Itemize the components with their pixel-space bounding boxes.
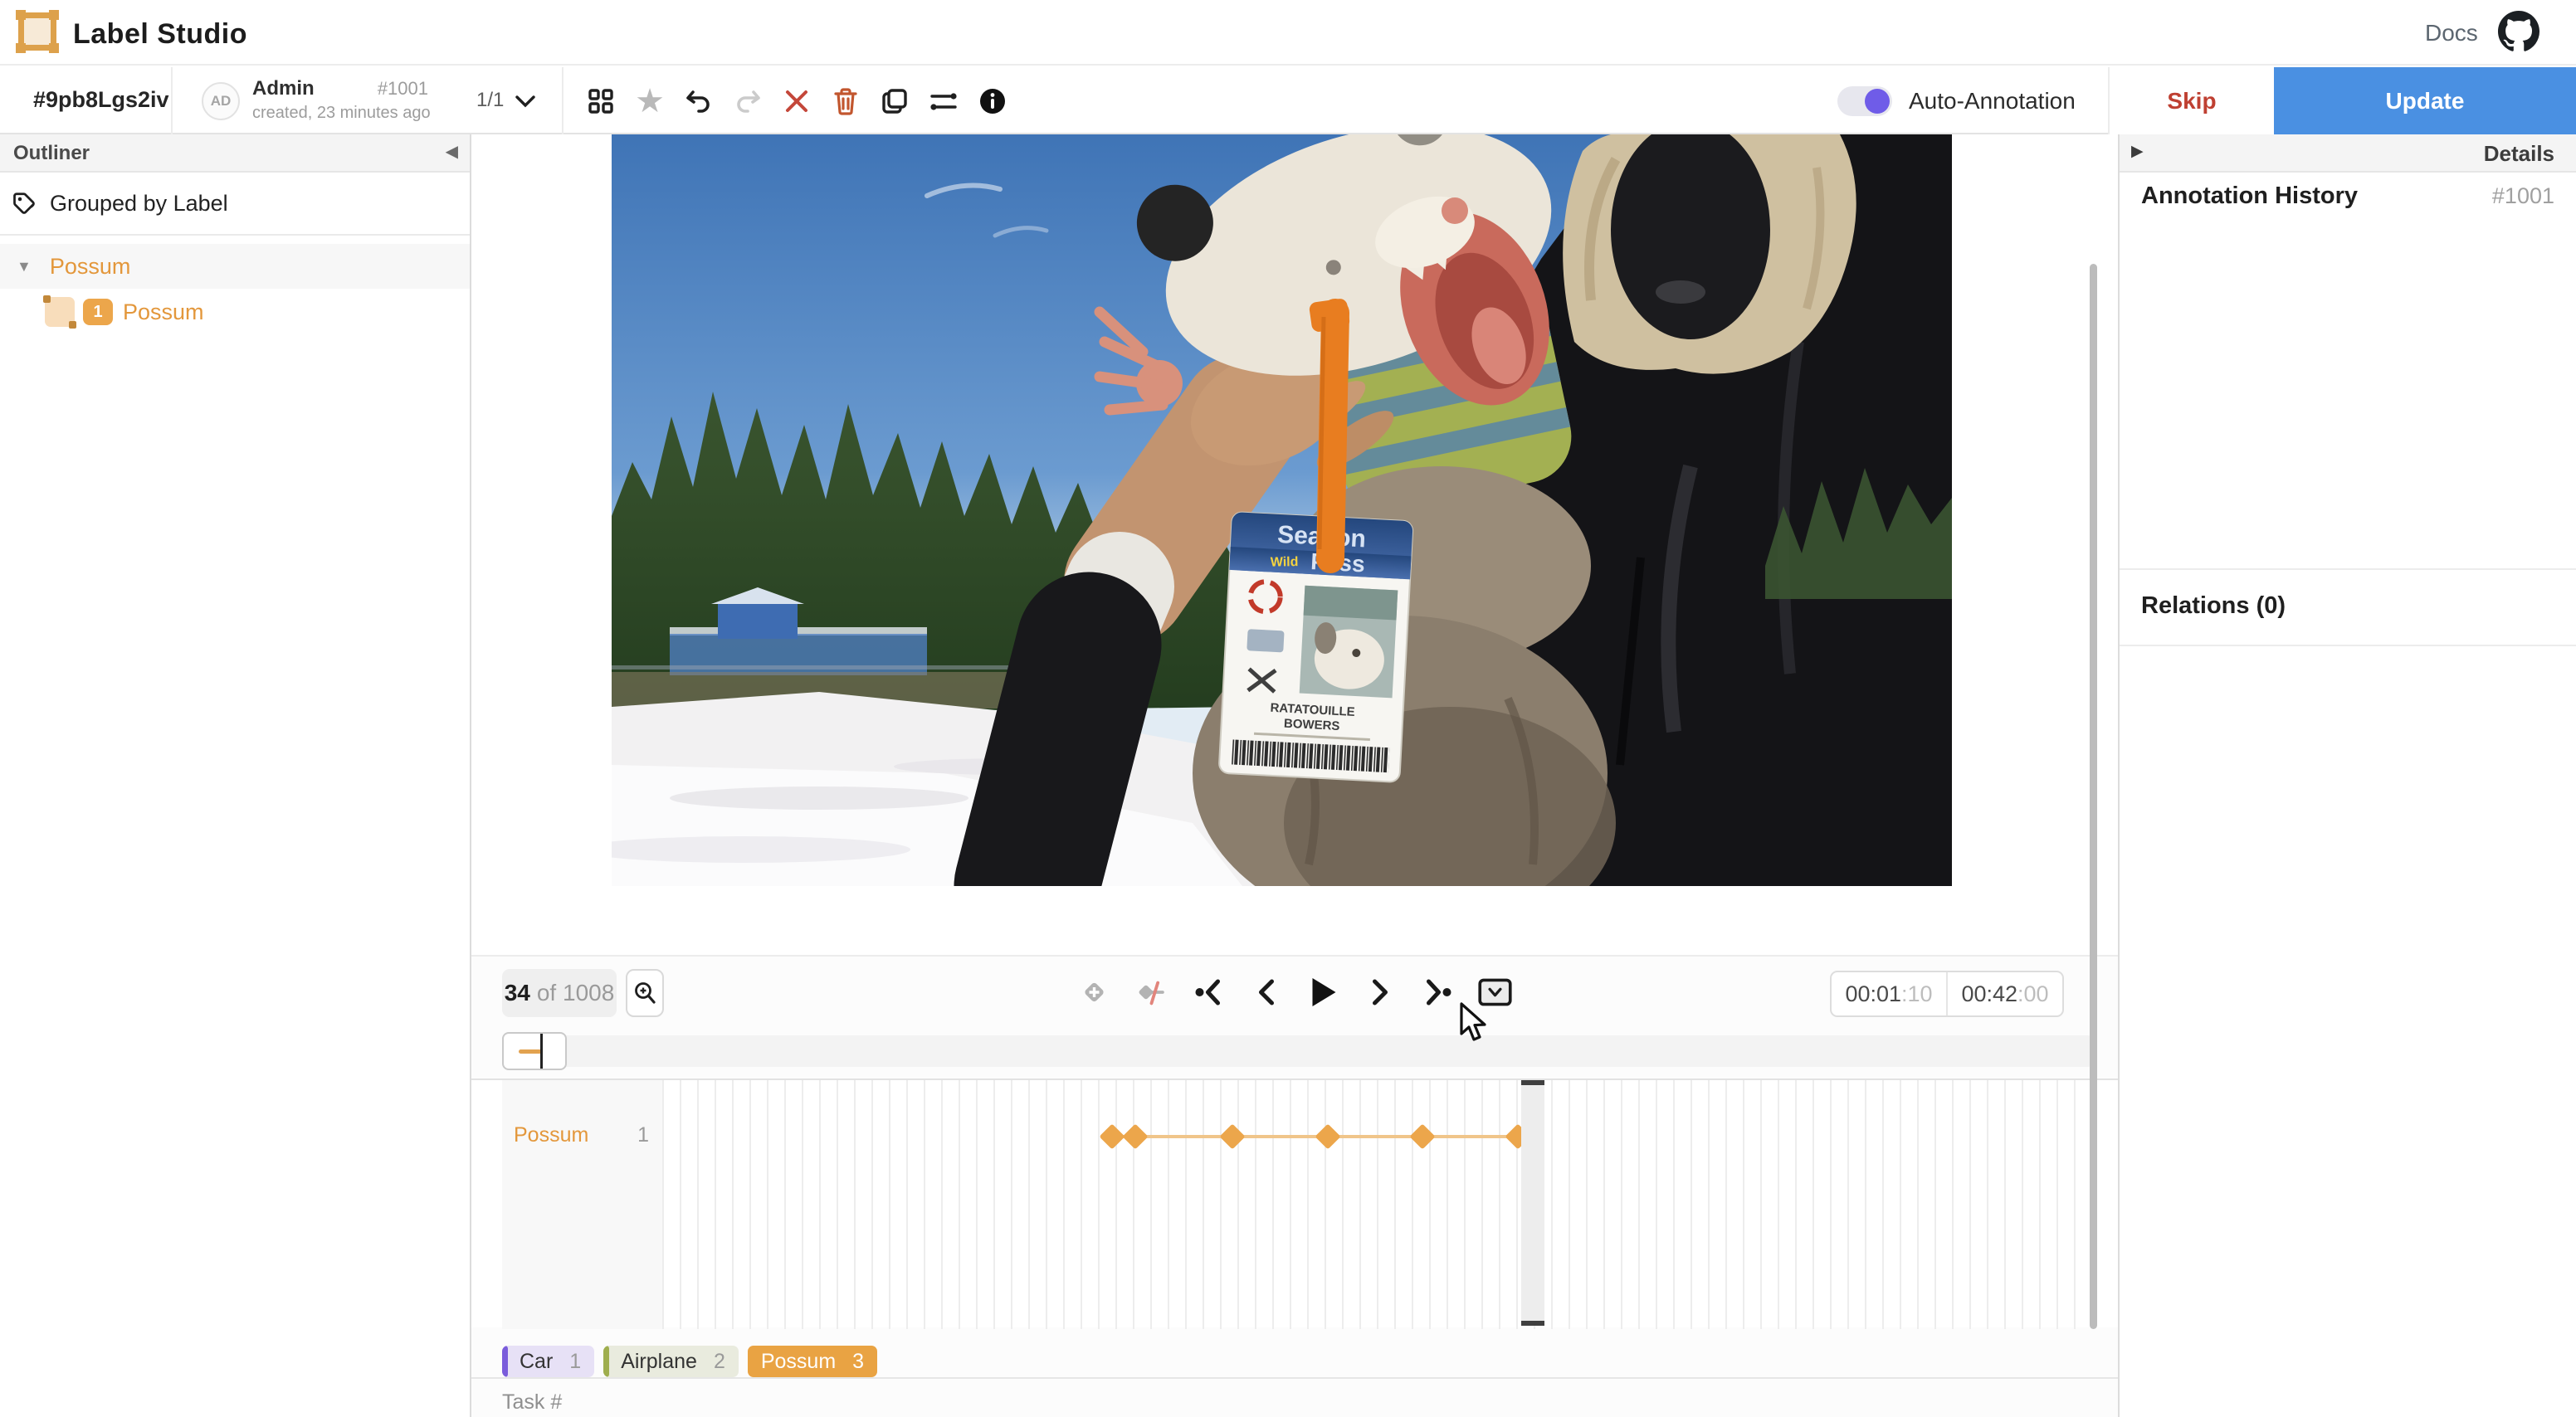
divider bbox=[2120, 645, 2576, 646]
play-button[interactable] bbox=[1306, 975, 1341, 1010]
total-time-field[interactable]: 00:42:00 bbox=[1946, 972, 2062, 1015]
keyframe-diamond[interactable] bbox=[1100, 1123, 1125, 1149]
label-studio-app: Label Studio Docs #9pb8Lgs2iv AD Admin #… bbox=[0, 0, 2576, 1417]
auto-annotation-toggle[interactable] bbox=[1837, 86, 1892, 116]
label-chip-airplane[interactable]: Airplane 2 bbox=[603, 1346, 739, 1377]
timeline-playhead[interactable] bbox=[1521, 1080, 1544, 1326]
time-display: 00:01:10 00:42:00 bbox=[1830, 971, 2064, 1017]
zoom-in-button[interactable] bbox=[626, 969, 664, 1017]
details-panel: ▶ Details Annotation History #1001 Relat… bbox=[2118, 134, 2576, 1417]
outliner-panel: Outliner ◀ Grouped by Label ▼ Possum 1 P… bbox=[0, 134, 471, 1417]
chevron-down-icon[interactable] bbox=[515, 94, 536, 113]
task-id: #9pb8Lgs2iv bbox=[33, 87, 169, 113]
undo-icon[interactable] bbox=[684, 86, 714, 116]
divider bbox=[171, 67, 173, 134]
caret-down-icon[interactable]: ▼ bbox=[17, 258, 32, 275]
vertical-scrollbar[interactable] bbox=[2090, 264, 2097, 1329]
viewport-cursor bbox=[540, 1034, 543, 1069]
viewport-range bbox=[519, 1049, 542, 1054]
timeline-region: Possum 1 bbox=[471, 1079, 2118, 1327]
copy-annotation-icon[interactable] bbox=[880, 86, 910, 116]
skip-button[interactable]: Skip bbox=[2108, 67, 2274, 134]
info-icon[interactable] bbox=[978, 86, 1007, 116]
annotation-history-title: Annotation History bbox=[2141, 183, 2358, 210]
tag-icon bbox=[12, 191, 37, 216]
auto-annotation-label: Auto-Annotation bbox=[1909, 88, 2076, 114]
keyframe-diamond[interactable] bbox=[1220, 1123, 1246, 1149]
top-app-bar: Label Studio Docs bbox=[0, 0, 2576, 66]
label-color-bar bbox=[603, 1346, 609, 1377]
view-all-grid-icon[interactable] bbox=[586, 86, 616, 116]
reset-x-icon[interactable] bbox=[782, 86, 812, 116]
next-keyframe-button[interactable] bbox=[1421, 975, 1456, 1010]
annotation-pager: 1/1 bbox=[476, 89, 504, 112]
timeline-track-label[interactable]: Possum 1 bbox=[502, 1080, 662, 1329]
label-chip-possum[interactable]: Possum 3 bbox=[748, 1346, 877, 1377]
magnifier-plus-icon bbox=[632, 981, 657, 1006]
keyframe-diamond[interactable] bbox=[1122, 1123, 1148, 1149]
annotator-info: Admin #1001 created, 23 minutes ago bbox=[252, 77, 428, 123]
collapse-left-icon[interactable]: ◀ bbox=[446, 141, 458, 162]
video-scene: Season Wild Pass RATATOUILLE BOWERS bbox=[612, 134, 1952, 886]
annotation-history-id: #1001 bbox=[2492, 183, 2554, 209]
badge-wild: Wild bbox=[1271, 555, 1299, 570]
prev-frame-button[interactable] bbox=[1249, 975, 1284, 1010]
prev-keyframe-button[interactable] bbox=[1192, 975, 1227, 1010]
ground-truth-star-icon[interactable]: ★ bbox=[635, 86, 665, 116]
update-button[interactable]: Update bbox=[2274, 67, 2576, 134]
tree-group-possum[interactable]: ▼ Possum bbox=[0, 244, 470, 289]
group-mode-selector[interactable]: Grouped by Label bbox=[0, 173, 470, 236]
annotator-name: Admin bbox=[252, 77, 315, 100]
add-keyframe-button[interactable] bbox=[1077, 975, 1112, 1010]
outliner-title: Outliner bbox=[13, 142, 90, 165]
group-mode-label: Grouped by Label bbox=[50, 191, 228, 217]
label-color-bar bbox=[502, 1346, 508, 1377]
keyframe-diamond[interactable] bbox=[1410, 1123, 1436, 1149]
divider bbox=[2120, 568, 2576, 570]
annotation-toolbar: #9pb8Lgs2iv AD Admin #1001 created, 23 m… bbox=[0, 67, 2576, 134]
timeline-viewport-slider[interactable] bbox=[502, 1032, 567, 1070]
keyframe-diamond[interactable] bbox=[1315, 1123, 1341, 1149]
label-studio-logo-icon[interactable] bbox=[18, 12, 56, 51]
tree-region-possum[interactable]: 1 Possum bbox=[0, 289, 470, 335]
details-title: Details bbox=[2484, 141, 2554, 167]
app-title: Label Studio bbox=[73, 18, 247, 51]
avatar[interactable]: AD bbox=[202, 82, 240, 120]
settings-sliders-icon[interactable] bbox=[929, 86, 959, 116]
main-workspace: Season Wild Pass RATATOUILLE BOWERS bbox=[471, 134, 2118, 1417]
relations-title: Relations (0) bbox=[2141, 592, 2286, 620]
task-number-label: Task # bbox=[502, 1390, 562, 1415]
next-frame-button[interactable] bbox=[1364, 975, 1398, 1010]
video-frame[interactable]: Season Wild Pass RATATOUILLE BOWERS bbox=[612, 134, 1952, 886]
annotation-created: created, 23 minutes ago bbox=[252, 104, 428, 123]
label-hotkeys-row: Car 1 Airplane 2 Possum 3 bbox=[502, 1346, 877, 1377]
timeline-grid[interactable] bbox=[662, 1080, 2091, 1329]
timeline-seek-strip[interactable] bbox=[502, 1035, 2091, 1067]
delete-trash-icon[interactable] bbox=[831, 86, 861, 116]
frame-counter[interactable]: 34 of 1008 bbox=[502, 969, 617, 1017]
frame-total: of 1008 bbox=[537, 980, 614, 1006]
region-count-badge: 1 bbox=[83, 299, 113, 325]
divider bbox=[471, 1377, 2118, 1379]
collapse-timeline-button[interactable] bbox=[1478, 975, 1513, 1010]
docs-link[interactable]: Docs bbox=[2425, 20, 2478, 46]
divider bbox=[562, 67, 564, 134]
current-time-field[interactable]: 00:01:10 bbox=[1832, 972, 1946, 1015]
github-icon[interactable] bbox=[2498, 11, 2539, 52]
annotation-id: #1001 bbox=[378, 78, 428, 100]
interpolation-delete-button[interactable] bbox=[1134, 975, 1169, 1010]
video-canvas[interactable]: Season Wild Pass RATATOUILLE BOWERS bbox=[471, 134, 2118, 957]
badge-name2: BOWERS bbox=[1284, 717, 1340, 734]
redo-icon[interactable] bbox=[733, 86, 763, 116]
label-chip-car[interactable]: Car 1 bbox=[502, 1346, 594, 1377]
frame-current[interactable]: 34 bbox=[505, 980, 530, 1006]
bounding-box-icon bbox=[45, 297, 75, 327]
expand-right-icon[interactable]: ▶ bbox=[2131, 142, 2144, 161]
